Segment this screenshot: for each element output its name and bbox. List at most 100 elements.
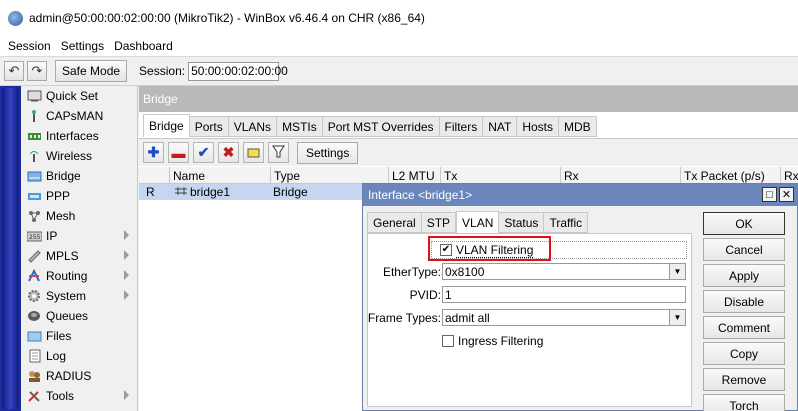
sidebar-item-capsman[interactable]: CAPsMAN (21, 106, 137, 126)
col-l2mtu[interactable]: L2 MTU (388, 167, 440, 184)
submenu-arrow-icon (124, 290, 129, 300)
tab-mdb[interactable]: MDB (559, 116, 597, 137)
pvid-field[interactable]: 1 (442, 286, 686, 303)
tab-general[interactable]: General (367, 212, 422, 233)
sidebar-item-label: Log (46, 349, 67, 363)
gear-icon (26, 289, 42, 303)
dialog-title-bar: Interface <bridge1> □ ✕ (363, 184, 797, 206)
settings-button[interactable]: Settings (297, 141, 359, 164)
comment-button[interactable] (243, 142, 264, 163)
sidebar-item-ip[interactable]: 255 IP (21, 226, 137, 246)
disable-dialog-button[interactable]: Disable (703, 290, 785, 313)
tab-status[interactable]: Status (499, 212, 545, 233)
sidebar-item-mpls[interactable]: MPLS (21, 246, 137, 266)
frame-types-select[interactable]: admit all ▼ (442, 309, 686, 326)
close-button[interactable]: ✕ (779, 187, 794, 202)
sidebar-item-log[interactable]: Log (21, 346, 137, 366)
undo-button[interactable]: ↶ (4, 61, 24, 81)
sidebar-item-label: Tools (46, 389, 75, 403)
comment-dialog-button[interactable]: Comment (703, 316, 785, 339)
sidebar-item-wireless[interactable]: Wireless (21, 146, 137, 166)
menu-dashboard[interactable]: Dashboard (109, 39, 178, 53)
row-type: Bridge (273, 185, 308, 199)
sidebar-item-mesh[interactable]: Mesh (21, 206, 137, 226)
col-type[interactable]: Type (270, 167, 388, 184)
interfaces-icon (26, 129, 42, 143)
col-tx-packet[interactable]: Tx Packet (p/s) (680, 167, 780, 184)
filter-button[interactable] (268, 142, 289, 163)
menu-bar: Session Settings Dashboard (0, 36, 798, 56)
tab-port-mst-overrides[interactable]: Port MST Overrides (322, 116, 440, 137)
redo-button[interactable]: ↷ (27, 61, 47, 81)
sidebar-item-label: Wireless (46, 149, 93, 163)
sidebar-item-label: MPLS (46, 249, 79, 263)
copy-button[interactable]: Copy (703, 342, 785, 365)
tab-bridge[interactable]: Bridge (143, 114, 190, 137)
submenu-arrow-icon (124, 250, 129, 260)
row-name-cell: bridge1 (171, 184, 230, 200)
row-name: bridge1 (190, 185, 231, 199)
tab-stp[interactable]: STP (421, 212, 457, 233)
antenna-icon (26, 109, 42, 123)
col-flags[interactable] (139, 167, 169, 184)
sidebar-item-label: Routing (46, 269, 88, 283)
tab-vlan[interactable]: VLAN (456, 211, 500, 233)
title-bar: admin@50:00:00:02:00:00 (MikroTik2) - Wi… (0, 0, 798, 36)
sidebar-item-label: Interfaces (46, 129, 99, 143)
log-icon (26, 349, 42, 363)
safe-mode-button[interactable]: Safe Mode (55, 60, 128, 82)
dropdown-arrow-icon[interactable]: ▼ (669, 310, 685, 325)
sidebar-item-routing[interactable]: Routing (21, 266, 137, 286)
sidebar-item-quick-set[interactable]: Quick Set (21, 86, 137, 106)
remove-button[interactable]: ▬ (168, 142, 189, 163)
tab-hosts[interactable]: Hosts (517, 116, 560, 137)
torch-button[interactable]: Torch (703, 394, 785, 411)
routeros-winbox-strip (0, 86, 21, 411)
col-rx-packet[interactable]: Rx (780, 167, 798, 184)
ethertype-field[interactable]: 0x8100 ▼ (442, 263, 686, 280)
dropdown-arrow-icon[interactable]: ▼ (669, 264, 685, 279)
filter-icon (272, 145, 285, 161)
sidebar-item-interfaces[interactable]: Interfaces (21, 126, 137, 146)
ok-button[interactable]: OK (703, 212, 785, 235)
sidebar-item-radius[interactable]: RADIUS (21, 366, 137, 386)
apply-button[interactable]: Apply (703, 264, 785, 287)
quick-set-icon (26, 89, 42, 103)
sidebar-item-system[interactable]: System (21, 286, 137, 306)
sidebar-item-label: PPP (46, 189, 71, 203)
sidebar-item-label: Bridge (46, 169, 81, 183)
sidebar-item-tools[interactable]: Tools (21, 386, 137, 406)
add-button[interactable]: ✚ (143, 142, 164, 163)
sidebar-item-bridge[interactable]: Bridge (21, 166, 137, 186)
sidebar-item-label: CAPsMAN (46, 109, 104, 123)
disable-button[interactable]: ✖ (218, 142, 239, 163)
tab-nat[interactable]: NAT (483, 116, 518, 137)
bridge-tabs: Bridge Ports VLANs MSTIs Port MST Overri… (143, 114, 597, 137)
comment-icon (247, 145, 260, 161)
menu-settings[interactable]: Settings (56, 39, 109, 53)
remove-dialog-button[interactable]: Remove (703, 368, 785, 391)
sidebar-item-label: IP (46, 229, 58, 243)
mpls-icon (26, 249, 42, 263)
tab-vlans[interactable]: VLANs (228, 116, 278, 137)
tab-mstis[interactable]: MSTIs (277, 116, 323, 137)
sidebar-item-ppp[interactable]: PPP (21, 186, 137, 206)
bridge-icon (26, 169, 42, 183)
col-rx[interactable]: Rx (560, 167, 680, 184)
cancel-button[interactable]: Cancel (703, 238, 785, 261)
menu-session[interactable]: Session (3, 39, 56, 53)
sidebar-item-queues[interactable]: Queues (21, 306, 137, 326)
ingress-filtering-checkbox[interactable] (442, 335, 454, 347)
sidebar-item-files[interactable]: Files (21, 326, 137, 346)
tab-traffic[interactable]: Traffic (544, 212, 589, 233)
col-tx[interactable]: Tx (440, 167, 560, 184)
enable-button[interactable]: ✔ (193, 142, 214, 163)
col-name[interactable]: Name (169, 167, 270, 184)
tab-filters[interactable]: Filters (439, 116, 484, 137)
ingress-filtering-label[interactable]: Ingress Filtering (458, 334, 543, 348)
tab-ports[interactable]: Ports (189, 116, 229, 137)
session-field[interactable]: 50:00:00:02:00:00 (188, 61, 288, 81)
maximize-button[interactable]: □ (762, 187, 777, 202)
dialog-title: Interface <bridge1> (368, 188, 473, 202)
sidebar-item-label: System (46, 289, 87, 303)
